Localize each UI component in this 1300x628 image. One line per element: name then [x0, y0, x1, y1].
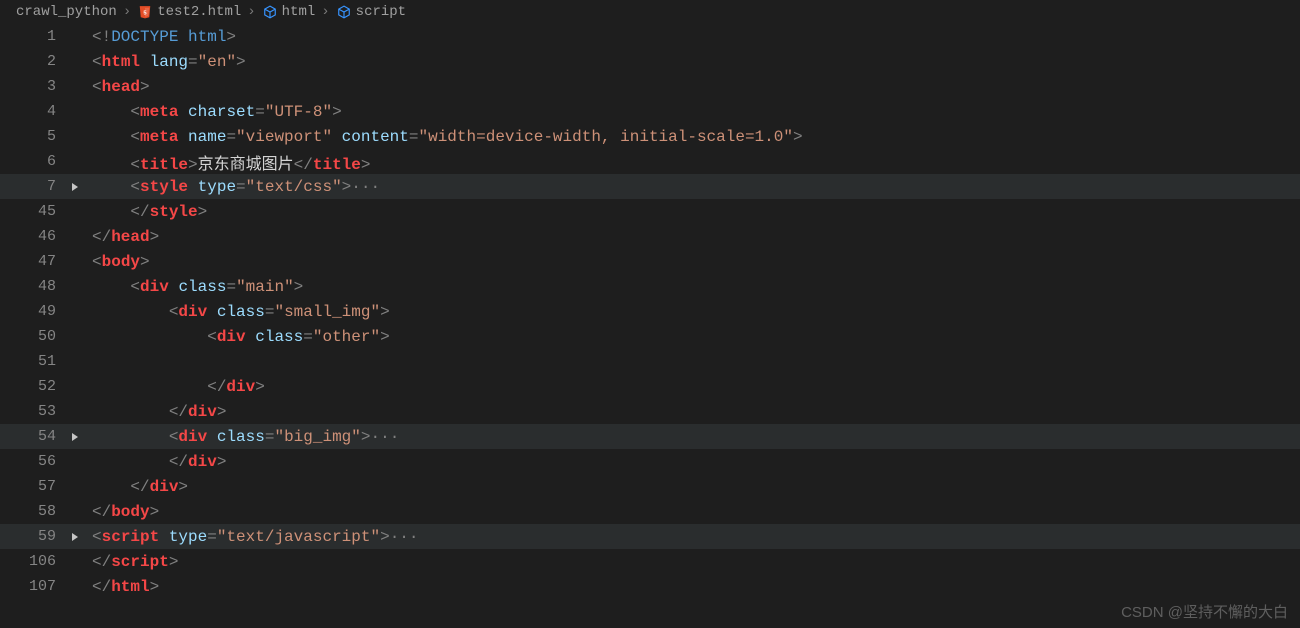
line-number: 3	[0, 78, 64, 95]
code-line[interactable]: 7 <style type="text/css">···	[0, 174, 1300, 199]
line-number: 45	[0, 203, 64, 220]
line-number: 50	[0, 328, 64, 345]
code-line[interactable]: 46 </head>	[0, 224, 1300, 249]
code-line[interactable]: 49 <div class="small_img">	[0, 299, 1300, 324]
line-number: 52	[0, 378, 64, 395]
html5-icon: 5	[137, 4, 153, 20]
code-editor[interactable]: 1 <!DOCTYPE html> 2 <html lang="en"> 3 <…	[0, 24, 1300, 599]
chevron-right-icon: ›	[247, 4, 255, 20]
code-line[interactable]: 56 </div>	[0, 449, 1300, 474]
code-line[interactable]: 54 <div class="big_img">···	[0, 424, 1300, 449]
code-line[interactable]: 58 </body>	[0, 499, 1300, 524]
fold-collapsed-icon[interactable]	[64, 532, 86, 542]
code-line[interactable]: 1 <!DOCTYPE html>	[0, 24, 1300, 49]
chevron-right-icon: ›	[321, 4, 329, 20]
chevron-right-icon: ›	[123, 4, 131, 20]
code-line[interactable]: 6 <title>京东商城图片</title>	[0, 149, 1300, 174]
code-line[interactable]: 53 </div>	[0, 399, 1300, 424]
line-number: 59	[0, 528, 64, 545]
code-line[interactable]: 50 <div class="other">	[0, 324, 1300, 349]
line-number: 53	[0, 403, 64, 420]
line-number: 57	[0, 478, 64, 495]
code-line[interactable]: 57 </div>	[0, 474, 1300, 499]
line-number: 1	[0, 28, 64, 45]
code-line[interactable]: 51	[0, 349, 1300, 374]
line-number: 4	[0, 103, 64, 120]
fold-collapsed-icon[interactable]	[64, 182, 86, 192]
code-line[interactable]: 52 </div>	[0, 374, 1300, 399]
breadcrumb-file[interactable]: test2.html	[157, 4, 241, 20]
breadcrumb-symbol[interactable]: script	[356, 4, 406, 20]
line-number: 6	[0, 153, 64, 170]
line-number: 48	[0, 278, 64, 295]
cube-icon	[336, 4, 352, 20]
code-line[interactable]: 2 <html lang="en">	[0, 49, 1300, 74]
line-number: 107	[0, 578, 64, 595]
code-line[interactable]: 4 <meta charset="UTF-8">	[0, 99, 1300, 124]
code-line[interactable]: 107 </html>	[0, 574, 1300, 599]
code-line[interactable]: 47 <body>	[0, 249, 1300, 274]
line-number: 5	[0, 128, 64, 145]
code-line[interactable]: 45 </style>	[0, 199, 1300, 224]
line-number: 56	[0, 453, 64, 470]
watermark: CSDN @坚持不懈的大白	[1121, 601, 1288, 622]
fold-collapsed-icon[interactable]	[64, 432, 86, 442]
breadcrumb-symbol[interactable]: html	[282, 4, 316, 20]
breadcrumb: crawl_python › 5 test2.html › html › scr…	[0, 0, 1300, 24]
code-line[interactable]: 48 <div class="main">	[0, 274, 1300, 299]
code-line[interactable]: 59 <script type="text/javascript">···	[0, 524, 1300, 549]
line-number: 58	[0, 503, 64, 520]
line-number: 51	[0, 353, 64, 370]
code-line[interactable]: 5 <meta name="viewport" content="width=d…	[0, 124, 1300, 149]
code-line[interactable]: 106 </script>	[0, 549, 1300, 574]
line-number: 54	[0, 428, 64, 445]
line-number: 106	[0, 553, 64, 570]
cube-icon	[262, 4, 278, 20]
line-number: 46	[0, 228, 64, 245]
breadcrumb-folder[interactable]: crawl_python	[16, 4, 117, 20]
line-number: 7	[0, 178, 64, 195]
line-number: 49	[0, 303, 64, 320]
line-number: 2	[0, 53, 64, 70]
code-line[interactable]: 3 <head>	[0, 74, 1300, 99]
line-number: 47	[0, 253, 64, 270]
